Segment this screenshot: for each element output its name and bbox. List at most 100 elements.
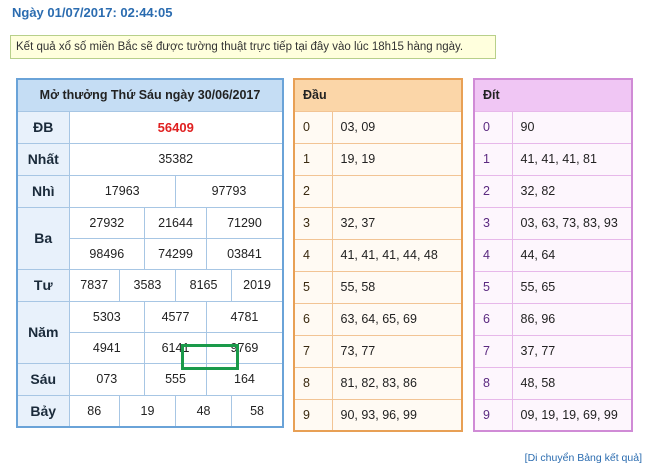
prize-number: 6141 — [144, 331, 207, 364]
dit-row: 5 55, 65 — [473, 270, 633, 304]
prize-number: 17963 — [68, 174, 176, 208]
dau-row: 1 19, 19 — [293, 142, 463, 176]
dit-digit: 3 — [473, 206, 513, 240]
dau-row: 6 63, 64, 65, 69 — [293, 302, 463, 336]
prize-label: Tư — [16, 268, 70, 302]
prize-row-6: Sáu 073 555 164 — [16, 362, 284, 396]
prize-number: 9769 — [205, 331, 284, 364]
dit-values: 90 — [511, 110, 633, 144]
dit-row: 9 09, 19, 19, 69, 99 — [473, 398, 633, 432]
prize-number: 48 — [174, 394, 233, 428]
dit-values: 55, 65 — [511, 270, 633, 304]
special-prize-number: 56409 — [68, 110, 284, 144]
dau-row: 4 41, 41, 41, 44, 48 — [293, 238, 463, 272]
dau-values: 32, 37 — [331, 206, 463, 240]
prize-number: 98496 — [68, 237, 146, 270]
prize-label: ĐB — [16, 110, 70, 144]
dit-digit: 6 — [473, 302, 513, 336]
dau-digit: 5 — [293, 270, 333, 304]
tail-rows: 0 90 1 41, 41, 41, 81 2 32, 82 3 03, 63, 73, 83… — [473, 110, 633, 432]
dit-row: 3 03, 63, 73, 83, 93 — [473, 206, 633, 240]
head-table: Đầu 0 03, 09 1 19, 19 2 3 32, 37 4 41, 41, 41, 4… — [293, 78, 463, 432]
prize-row-1: Nhất 35382 — [16, 142, 284, 176]
dit-digit: 5 — [473, 270, 513, 304]
move-table-link[interactable]: [Di chuyển Bảng kết quả] — [525, 452, 642, 464]
dit-digit: 1 — [473, 142, 513, 176]
dit-values: 03, 63, 73, 83, 93 — [511, 206, 633, 240]
dau-row: 8 81, 82, 83, 86 — [293, 366, 463, 400]
dit-row: 7 37, 77 — [473, 334, 633, 368]
dit-values: 86, 96 — [511, 302, 633, 336]
prize-number: 71290 — [205, 206, 284, 239]
dau-row: 0 03, 09 — [293, 110, 463, 144]
dau-digit: 0 — [293, 110, 333, 144]
results-header: Mở thưởng Thứ Sáu ngày 30/06/2017 — [16, 78, 284, 112]
dit-row: 2 32, 82 — [473, 174, 633, 208]
dau-values: 03, 09 — [331, 110, 463, 144]
prize-number: 74299 — [144, 237, 207, 270]
dit-row: 6 86, 96 — [473, 302, 633, 336]
prize-number: 97793 — [175, 174, 284, 208]
dit-digit: 0 — [473, 110, 513, 144]
dau-digit: 4 — [293, 238, 333, 272]
prize-number: 27932 — [68, 206, 146, 239]
prize-number: 86 — [68, 394, 120, 428]
dau-values: 19, 19 — [331, 142, 463, 176]
prize-number: 555 — [144, 362, 207, 396]
head-rows: 0 03, 09 1 19, 19 2 3 32, 37 4 41, 41, 41, 44, 4… — [293, 110, 463, 432]
head-table-header: Đầu — [293, 78, 463, 112]
dau-row: 3 32, 37 — [293, 206, 463, 240]
results-table: Mở thưởng Thứ Sáu ngày 30/06/2017 ĐB 564… — [16, 78, 284, 428]
dau-values — [331, 174, 463, 208]
dau-row: 9 90, 93, 96, 99 — [293, 398, 463, 432]
prize-number: 58 — [231, 394, 284, 428]
prize-number: 03841 — [205, 237, 284, 270]
prize-number: 21644 — [144, 206, 207, 239]
prize-number: 5303 — [68, 300, 146, 333]
dau-digit: 2 — [293, 174, 333, 208]
prize-number: 4781 — [205, 300, 284, 333]
prize-number: 164 — [205, 362, 284, 396]
prize-label: Nhì — [16, 174, 70, 208]
dau-values: 41, 41, 41, 44, 48 — [331, 238, 463, 272]
prize-number: 3583 — [118, 268, 177, 302]
prize-label: Sáu — [16, 362, 70, 396]
dit-values: 41, 41, 41, 81 — [511, 142, 633, 176]
dau-digit: 6 — [293, 302, 333, 336]
dit-row: 0 90 — [473, 110, 633, 144]
prize-number: 8165 — [174, 268, 233, 302]
live-notice: Kết quả xổ số miền Bắc sẽ được tường thu… — [10, 35, 496, 59]
prize-row-7: Bảy 86 19 48 58 — [16, 394, 284, 428]
prize-row-3: Ba 27932 21644 71290 — [16, 206, 284, 270]
prize-label: Năm — [16, 300, 70, 364]
tail-table-header: Đít — [473, 78, 633, 112]
dit-values: 09, 19, 19, 69, 99 — [511, 398, 633, 432]
prize-row-5: Năm 5303 4577 4781 — [16, 300, 284, 364]
dit-digit: 2 — [473, 174, 513, 208]
dit-row: 1 41, 41, 41, 81 — [473, 142, 633, 176]
date-line: Ngày 01/07/2017: 02:44:05 — [12, 5, 173, 20]
prize-label: Bảy — [16, 394, 70, 428]
dit-digit: 8 — [473, 366, 513, 400]
dit-digit: 7 — [473, 334, 513, 368]
dit-digit: 4 — [473, 238, 513, 272]
dau-digit: 1 — [293, 142, 333, 176]
prize-number: 073 — [68, 362, 146, 396]
dit-values: 32, 82 — [511, 174, 633, 208]
dau-values: 90, 93, 96, 99 — [331, 398, 463, 432]
prize-row-db: ĐB 56409 — [16, 110, 284, 144]
prize-number: 4577 — [144, 300, 207, 333]
prize-number: 7837 — [68, 268, 120, 302]
dau-values: 73, 77 — [331, 334, 463, 368]
dau-digit: 8 — [293, 366, 333, 400]
prize-number: 35382 — [68, 142, 284, 176]
dau-values: 81, 82, 83, 86 — [331, 366, 463, 400]
dau-row: 5 55, 58 — [293, 270, 463, 304]
tail-table: Đít 0 90 1 41, 41, 41, 81 2 32, 82 3 03, 63, 73… — [473, 78, 633, 432]
prize-number: 19 — [118, 394, 177, 428]
prize-row-4: Tư 7837 3583 8165 2019 — [16, 268, 284, 302]
dau-digit: 7 — [293, 334, 333, 368]
prize-row-2: Nhì 17963 97793 — [16, 174, 284, 208]
dau-digit: 9 — [293, 398, 333, 432]
notice-text: Kết quả xổ số miền Bắc sẽ được tường thu… — [16, 41, 464, 53]
